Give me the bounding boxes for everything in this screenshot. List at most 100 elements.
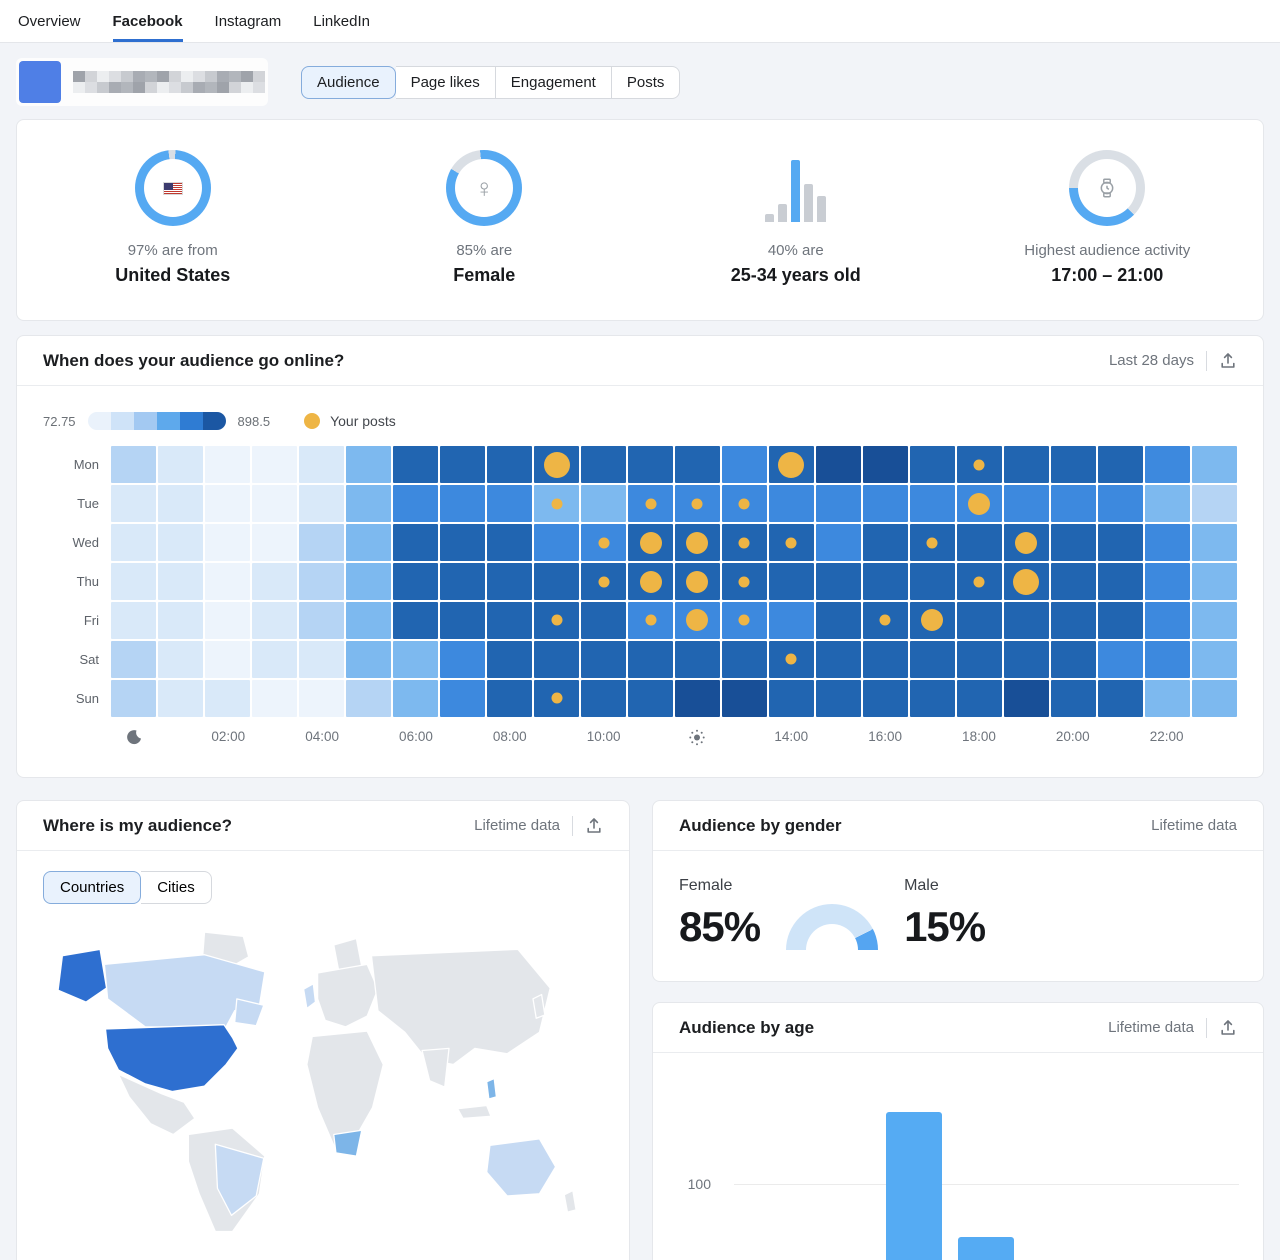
heat-cell[interactable] [252,446,297,483]
heat-cell[interactable] [722,641,767,678]
map-uk[interactable] [304,984,316,1009]
heat-cell[interactable] [816,485,861,522]
tab-linkedin[interactable]: LinkedIn [313,0,370,42]
heat-cell[interactable] [205,524,250,561]
tab-overview[interactable]: Overview [18,0,81,42]
heat-cell[interactable] [440,446,485,483]
heat-cell[interactable] [1145,641,1190,678]
heat-cell[interactable] [111,524,156,561]
post-marker[interactable] [640,532,662,554]
heat-cell[interactable] [1192,641,1237,678]
heat-cell[interactable] [393,563,438,600]
heat-cell[interactable] [440,524,485,561]
map-africa[interactable] [307,1031,383,1145]
online-heatmap[interactable] [111,446,1237,717]
heat-cell[interactable] [111,446,156,483]
heat-cell[interactable] [628,680,673,717]
heat-cell[interactable] [1192,680,1237,717]
heat-cell[interactable] [1098,524,1143,561]
post-marker[interactable] [786,537,797,548]
heat-cell[interactable] [440,641,485,678]
heat-cell[interactable] [863,524,908,561]
post-marker[interactable] [551,499,562,510]
heat-cell[interactable] [346,446,391,483]
heat-cell[interactable] [299,602,344,639]
heat-cell[interactable] [158,602,203,639]
heat-cell[interactable] [1098,485,1143,522]
post-marker[interactable] [686,532,708,554]
post-marker[interactable] [551,615,562,626]
heat-cell[interactable] [957,524,1002,561]
heat-cell[interactable] [910,641,955,678]
heat-cell[interactable] [863,680,908,717]
heat-cell[interactable] [675,446,720,483]
heat-cell[interactable] [252,524,297,561]
post-marker[interactable] [686,609,708,631]
heat-cell[interactable] [1098,602,1143,639]
post-marker[interactable] [880,615,891,626]
heat-cell[interactable] [205,680,250,717]
heat-cell[interactable] [1145,485,1190,522]
age-bar[interactable] [958,1237,1014,1260]
heat-cell[interactable] [1051,680,1096,717]
heat-cell[interactable] [158,446,203,483]
map-india[interactable] [422,1048,449,1087]
heat-cell[interactable] [910,485,955,522]
map-philippines[interactable] [487,1079,497,1099]
heat-cell[interactable] [346,524,391,561]
heat-cell[interactable] [1051,602,1096,639]
heat-cell[interactable] [299,680,344,717]
heat-cell[interactable] [769,602,814,639]
heat-cell[interactable] [1004,680,1049,717]
heat-cell[interactable] [346,680,391,717]
post-marker[interactable] [645,615,656,626]
heat-cell[interactable] [628,641,673,678]
tab-instagram[interactable]: Instagram [215,0,282,42]
heat-cell[interactable] [393,446,438,483]
heat-cell[interactable] [581,602,626,639]
view-segment-posts[interactable]: Posts [612,66,681,99]
map-south-africa[interactable] [334,1130,362,1156]
heat-cell[interactable] [111,602,156,639]
heat-cell[interactable] [1004,485,1049,522]
heat-cell[interactable] [1098,641,1143,678]
post-marker[interactable] [640,571,662,593]
heat-cell[interactable] [816,680,861,717]
post-marker[interactable] [598,537,609,548]
geo-toggle-cities[interactable]: Cities [141,871,212,904]
heat-cell[interactable] [346,563,391,600]
heat-cell[interactable] [393,602,438,639]
age-bar-chart[interactable]: 100 [653,1053,1263,1260]
post-marker[interactable] [598,576,609,587]
post-marker[interactable] [921,609,943,631]
heat-cell[interactable] [1051,446,1096,483]
heat-cell[interactable] [581,446,626,483]
heat-cell[interactable] [440,563,485,600]
heat-cell[interactable] [158,680,203,717]
heat-cell[interactable] [393,524,438,561]
heat-cell[interactable] [1004,641,1049,678]
heat-cell[interactable] [346,641,391,678]
map-indonesia[interactable] [458,1105,491,1118]
export-button[interactable] [1219,1019,1237,1037]
post-marker[interactable] [973,576,984,587]
heat-cell[interactable] [299,524,344,561]
heat-cell[interactable] [1051,563,1096,600]
heat-cell[interactable] [1098,680,1143,717]
post-marker[interactable] [1015,532,1037,554]
heat-cell[interactable] [863,563,908,600]
post-marker[interactable] [778,452,804,478]
heat-cell[interactable] [111,485,156,522]
heat-cell[interactable] [1004,446,1049,483]
heat-cell[interactable] [1192,602,1237,639]
heat-cell[interactable] [816,641,861,678]
heat-cell[interactable] [863,485,908,522]
heat-cell[interactable] [816,563,861,600]
heat-cell[interactable] [957,680,1002,717]
heat-cell[interactable] [722,680,767,717]
heat-cell[interactable] [628,446,673,483]
post-marker[interactable] [786,653,797,664]
heat-cell[interactable] [863,446,908,483]
heat-cell[interactable] [487,446,532,483]
heat-cell[interactable] [440,602,485,639]
